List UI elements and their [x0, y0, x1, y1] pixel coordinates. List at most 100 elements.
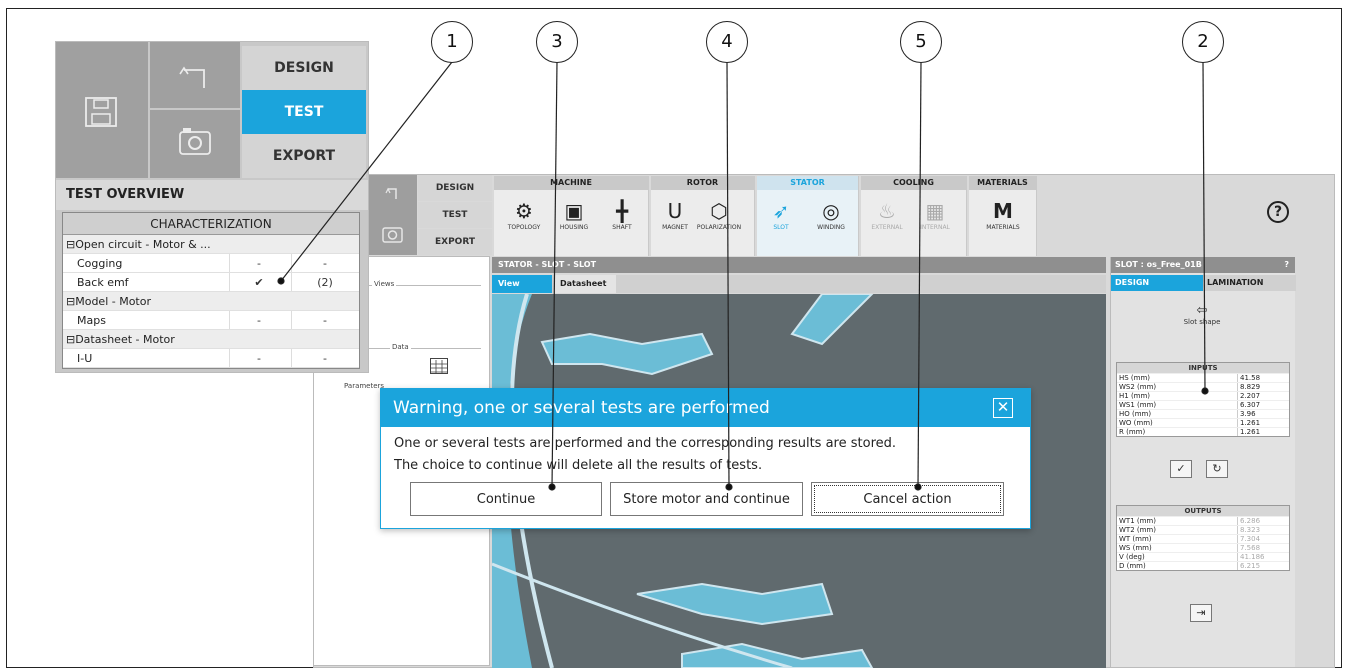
row-label: Back emf [77, 276, 129, 289]
undo-icon [179, 66, 205, 88]
polarization-button[interactable]: ⬡ POLARIZATION [691, 198, 747, 231]
zoom-tab-export[interactable]: EXPORT [242, 134, 366, 178]
param-value[interactable]: 6.307 [1237, 401, 1289, 409]
param-name: HS (mm) [1119, 374, 1151, 382]
input-row[interactable]: WO (mm) 1.261 [1117, 418, 1289, 427]
topology-icon: ⚙ [515, 199, 533, 223]
ribbon-group-title: MACHINE [494, 176, 648, 190]
nav-tab-design[interactable]: DESIGN [418, 175, 492, 201]
ribbon-button-label: MATERIALS [986, 224, 1020, 231]
tab-lamination[interactable]: LAMINATION [1203, 275, 1296, 291]
outputs-title: OUTPUTS [1117, 506, 1289, 516]
internal-cooling-button[interactable]: ▦ INTERNAL [907, 198, 963, 231]
dialog-title: Warning, one or several tests are perfor… [393, 398, 770, 418]
param-name: WO (mm) [1119, 419, 1153, 427]
param-value[interactable]: 2.207 [1237, 392, 1289, 400]
topology-button[interactable]: ⚙ TOPOLOGY [496, 198, 552, 231]
export-icon: ⇥ [1196, 606, 1206, 619]
param-name: HO (mm) [1119, 410, 1152, 418]
ribbon-group-rotor: ROTOR U MAGNET ⬡ POLARIZATION [651, 176, 755, 256]
ribbon-group-title: ROTOR [651, 176, 754, 190]
ribbon-group-title: STATOR [757, 176, 858, 190]
param-value[interactable]: 3.96 [1237, 410, 1289, 418]
cancel-action-button[interactable]: Cancel action [811, 482, 1004, 516]
dialog-message-line1: One or several tests are performed and t… [394, 436, 897, 451]
data-label: Data [390, 343, 411, 351]
param-value: 8.323 [1237, 526, 1289, 534]
param-value[interactable]: 8.829 [1237, 383, 1289, 391]
param-name: WS2 (mm) [1119, 383, 1157, 391]
slot-shape-button[interactable]: ⇦ Slot shape [1177, 303, 1227, 326]
materials-icon: M [993, 199, 1013, 223]
tree-item-row[interactable]: Cogging - - [63, 254, 359, 273]
undo-cell[interactable] [368, 175, 417, 215]
store-and-continue-button[interactable]: Store motor and continue [610, 482, 803, 516]
slot-shape-label: Slot shape [1183, 318, 1221, 326]
camera-cell[interactable] [150, 110, 240, 178]
param-name: WT1 (mm) [1119, 517, 1156, 525]
camera-cell[interactable] [368, 215, 417, 255]
tree-item-row[interactable]: I-U - - [63, 349, 359, 368]
outputs-table: OUTPUTS WT1 (mm) 6.286 WT2 (mm) 8.323 WT (mm… [1116, 505, 1290, 571]
output-row: WS (mm) 7.568 [1117, 543, 1289, 552]
undo-icon [385, 187, 397, 199]
continue-button[interactable]: Continue [410, 482, 602, 516]
nav-tab-export[interactable]: EXPORT [418, 229, 492, 255]
close-icon[interactable]: ✕ [993, 398, 1013, 418]
callout-4: 4 [706, 21, 748, 63]
save-cell[interactable] [56, 42, 148, 178]
zoom-tab-test[interactable]: TEST [242, 90, 366, 134]
param-value: 6.286 [1237, 517, 1289, 525]
tab-view[interactable]: View [492, 275, 552, 293]
result-cell: (2) [317, 276, 333, 289]
shaft-button[interactable]: ╋ SHAFT [594, 198, 650, 231]
slot-icon: ➶ [772, 199, 790, 223]
tree-group-row[interactable]: ⊟Open circuit - Motor & ... [63, 235, 359, 254]
ribbon-group-title: MATERIALS [969, 176, 1036, 190]
nav-tab-test[interactable]: TEST [418, 202, 492, 228]
tree-group-row[interactable]: ⊟Datasheet - Motor [63, 330, 359, 349]
param-value[interactable]: 1.261 [1237, 419, 1289, 427]
column-divider [291, 273, 292, 291]
winding-button[interactable]: ◎ WINDING [803, 198, 859, 231]
tree-item-row[interactable]: Maps - - [63, 311, 359, 330]
undo-cell[interactable] [150, 42, 240, 108]
save-icon [85, 97, 117, 127]
validate-button[interactable]: ✓ [1170, 460, 1192, 478]
help-icon[interactable]: ? [1284, 257, 1289, 273]
callout-5: 5 [900, 21, 942, 63]
param-name: H1 (mm) [1119, 392, 1151, 400]
materials-button[interactable]: M MATERIALS [975, 198, 1031, 231]
general-table-icon[interactable] [430, 358, 448, 374]
param-value[interactable]: 1.261 [1237, 428, 1289, 436]
input-row[interactable]: H1 (mm) 2.207 [1117, 391, 1289, 400]
input-row[interactable]: WS2 (mm) 8.829 [1117, 382, 1289, 391]
help-icon[interactable]: ? [1267, 201, 1289, 223]
param-name: WS (mm) [1119, 544, 1152, 552]
views-label: Views [372, 280, 397, 288]
input-row[interactable]: R (mm) 1.261 [1117, 427, 1289, 436]
status-cell: - [257, 257, 261, 270]
slot-header-title: SLOT : os_Free_01B [1115, 260, 1202, 269]
tab-datasheet[interactable]: Datasheet [554, 275, 616, 293]
data-separator [364, 348, 481, 349]
result-cell: - [323, 314, 327, 327]
param-value[interactable]: 41.58 [1237, 374, 1289, 382]
param-name: V (deg) [1119, 553, 1145, 561]
param-name: R (mm) [1119, 428, 1146, 436]
tab-design[interactable]: DESIGN [1111, 275, 1203, 291]
input-row[interactable]: WS1 (mm) 6.307 [1117, 400, 1289, 409]
center-tabs: View Datasheet [492, 275, 1106, 293]
tree-item-row[interactable]: Back emf ✔ (2) [63, 273, 359, 292]
camera-icon [382, 227, 403, 243]
export-button[interactable]: ⇥ [1190, 604, 1212, 622]
input-row[interactable]: HS (mm) 41.58 [1117, 373, 1289, 382]
reset-button[interactable]: ↻ [1206, 460, 1228, 478]
row-label: ⊟Datasheet - Motor [66, 333, 175, 346]
internal-cooling-icon: ▦ [925, 199, 945, 223]
input-row[interactable]: HO (mm) 3.96 [1117, 409, 1289, 418]
slot-button[interactable]: ➶ SLOT [753, 198, 809, 231]
tree-group-row[interactable]: ⊟Model - Motor [63, 292, 359, 311]
dialog-header: Warning, one or several tests are perfor… [381, 389, 1030, 427]
zoom-tab-design[interactable]: DESIGN [242, 46, 366, 90]
